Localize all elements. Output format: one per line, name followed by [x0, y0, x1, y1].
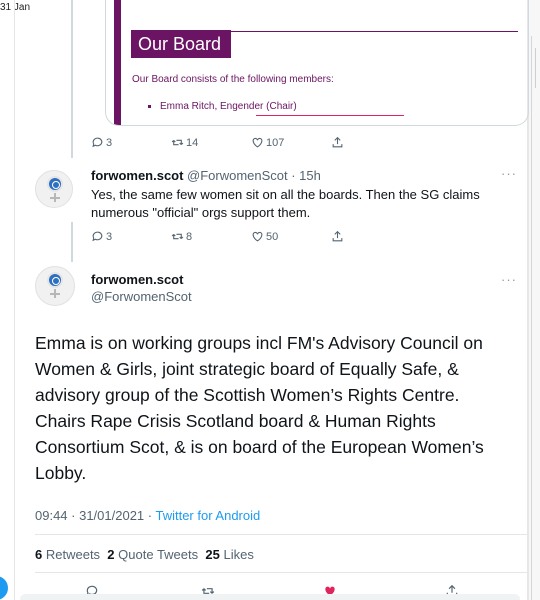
reply-icon: [92, 137, 103, 148]
display-name[interactable]: forwomen.scot: [91, 272, 183, 287]
retweet-count: 14: [186, 136, 199, 149]
divider: [35, 534, 529, 535]
retweet-button[interactable]: 14: [171, 136, 251, 149]
heart-icon: [252, 231, 263, 242]
more-dots-icon[interactable]: ···: [501, 272, 517, 287]
tweet-image[interactable]: Our Board Our Board consists of the foll…: [105, 0, 529, 126]
handle[interactable]: @ForwomenScot: [91, 289, 192, 304]
heart-icon: [252, 137, 263, 148]
tweet-text: Yes, the same few women sit on all the b…: [91, 187, 480, 220]
source-app[interactable]: Twitter for Android: [155, 508, 260, 523]
share-button[interactable]: [331, 136, 411, 149]
engagement-stats: 6 Retweets 2 Quote Tweets 25 Likes: [35, 547, 254, 562]
image-member: Emma Ritch, Engender (Chair): [160, 101, 297, 112]
image-accent-bar: [114, 0, 121, 125]
image-text: Our Board consists of the following memb…: [132, 74, 334, 85]
more-dots-icon[interactable]: ···: [501, 166, 517, 181]
share-icon: [332, 136, 343, 148]
tweet-actions: 3 8 50: [91, 230, 411, 243]
reply-count: 3: [106, 230, 113, 243]
like-button[interactable]: 107: [251, 136, 331, 149]
quote-tweets-stat[interactable]: 2 Quote Tweets: [107, 547, 198, 562]
reply-count: 3: [106, 136, 113, 149]
timestamp[interactable]: 09:44 · 31/01/2021 ·: [35, 508, 155, 523]
like-count: 50: [266, 230, 279, 243]
image-title: Our Board: [138, 34, 222, 54]
display-name[interactable]: forwomen.scot: [91, 168, 183, 183]
reply-icon: [92, 231, 103, 242]
like-count: 107: [266, 136, 285, 149]
retweet-count: 8: [186, 230, 193, 243]
bullet: [148, 105, 151, 108]
reply-button[interactable]: 3: [91, 136, 171, 149]
avatar[interactable]: [35, 170, 73, 208]
red-underline: [256, 115, 404, 116]
handle-and-time[interactable]: @ForwomenScot · 15h: [187, 168, 321, 183]
retweet-button[interactable]: 8: [171, 230, 251, 243]
share-button[interactable]: [331, 230, 411, 243]
avatar[interactable]: [35, 266, 75, 306]
like-button[interactable]: 50: [251, 230, 331, 243]
image-rule: [231, 31, 518, 32]
thread-line: [71, 0, 73, 158]
divider: [35, 572, 529, 573]
retweets-stat[interactable]: 6 Retweets: [35, 547, 100, 562]
share-icon: [332, 230, 343, 242]
compose-button[interactable]: [0, 576, 8, 600]
tweet-actions: 3 14 107: [91, 136, 411, 149]
retweet-icon: [171, 233, 184, 240]
tweet-meta: 09:44 · 31/01/2021 · Twitter for Android: [35, 508, 260, 523]
thread-line: [71, 222, 73, 262]
likes-stat[interactable]: 25 Likes: [205, 547, 253, 562]
reply-button[interactable]: 3: [91, 230, 171, 243]
main-tweet-text: Emma is on working groups incl FM's Advi…: [35, 333, 484, 483]
bottom-bar: [20, 594, 520, 600]
retweet-icon: [171, 139, 184, 146]
right-panel-edge: [528, 0, 540, 600]
tweet-thread: Our Board Our Board consists of the foll…: [14, 0, 529, 600]
